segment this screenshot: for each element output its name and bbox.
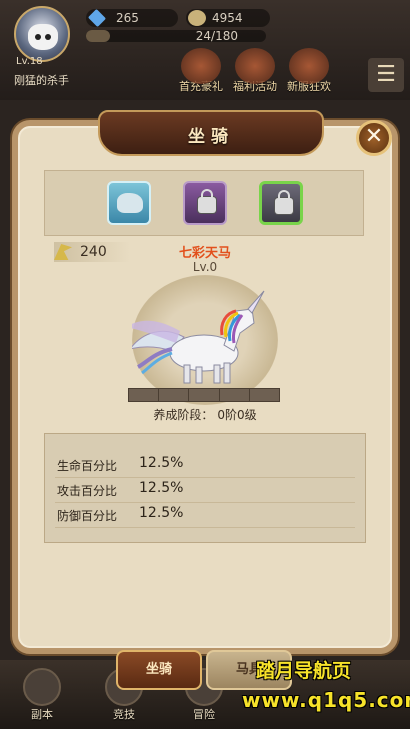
progress-segment [159,389,190,401]
first-recharge-button[interactable]: 首充豪礼 [176,48,226,96]
coin-count: 4954 [212,11,243,25]
lock-icon [275,190,293,214]
watermark-title: 踏月导航页 [256,660,352,682]
dungeon-icon [23,668,61,706]
divider [55,502,355,503]
mount-slot-3[interactable] [259,181,303,225]
stat-row-hp: 生命百分比 12.5% [55,454,355,478]
chest-icon [235,48,275,84]
stage-label: 养成阶段： [153,408,214,422]
divider [55,477,355,478]
stat-label: 防御百分比 [57,509,118,523]
unicorn-icon [126,290,265,384]
power-display: 240 [54,242,130,262]
nav-dungeon-label: 副本 [31,708,53,721]
stat-row-attack: 攻击百分比 12.5% [55,479,355,503]
nav-adventure-label: 冒险 [193,708,215,721]
stat-label: 攻击百分比 [57,484,118,498]
mount-selector [44,170,364,236]
mount-name: 七彩天马 [178,246,231,261]
progress-segment [189,389,220,401]
gem-counter[interactable]: 265 [86,8,178,28]
avatar-eye-left [35,34,41,40]
menu-icon[interactable]: ☰ [368,58,404,92]
progress-segment [250,389,279,401]
title-plate: 坐骑 [98,110,324,156]
stat-value: 12.5% [139,505,184,521]
stats-panel: 生命百分比 12.5% 攻击百分比 12.5% 防御百分比 12.5% [44,433,366,543]
watermark-url: www.q1q5.com [242,688,410,712]
welfare-button[interactable]: 福利活动 [230,48,280,96]
close-button[interactable]: ✕ [356,120,392,156]
stat-value: 12.5% [139,455,184,471]
progress-segment [129,389,160,401]
power-value: 240 [80,244,107,260]
player-avatar[interactable] [14,6,70,62]
mount-showcase [126,275,278,405]
stage-value: 0阶0级 [217,408,257,422]
nav-arena-label: 竞技 [113,708,135,721]
dialog-title: 坐骑 [188,127,234,147]
gem-count: 265 [116,11,139,25]
stat-row-defense: 防御百分比 12.5% [55,504,355,528]
coin-counter[interactable]: 4954 [186,9,270,27]
stat-value: 12.5% [139,480,184,496]
mount-level: Lv.0 [192,260,218,274]
gem-icon [87,8,107,28]
player-level: Lv.18 [16,56,43,67]
player-name: 刚猛的杀手 [14,74,69,87]
coin-icon [188,10,206,26]
wing-icon [54,244,72,260]
stage-info: 养成阶段： 0阶0级 [120,406,290,423]
mount-creature-icon [117,193,143,213]
top-hud: Lv.18 刚猛的杀手 265 4954 24/180 首充豪礼 福利活动 新服… [0,0,410,100]
lock-icon [198,189,216,213]
progress-segment [220,389,250,401]
stat-label: 生命百分比 [57,459,118,473]
avatar-eye-right [45,34,51,40]
gift-icon [181,48,221,84]
new-server-button[interactable]: 新服狂欢 [284,48,334,96]
avatar-face [28,24,58,50]
nav-dungeon[interactable]: 副本 [14,668,70,726]
mount-slot-1[interactable] [107,181,151,225]
divider [55,527,355,528]
stage-progress-bar [128,388,280,402]
trophy-icon [289,48,329,84]
mount-slot-2[interactable] [183,181,227,225]
energy-bar: 24/180 [86,29,266,43]
energy-text: 24/180 [195,29,238,43]
tab-mount[interactable]: 坐骑 [116,650,202,690]
energy-fill [86,30,110,42]
